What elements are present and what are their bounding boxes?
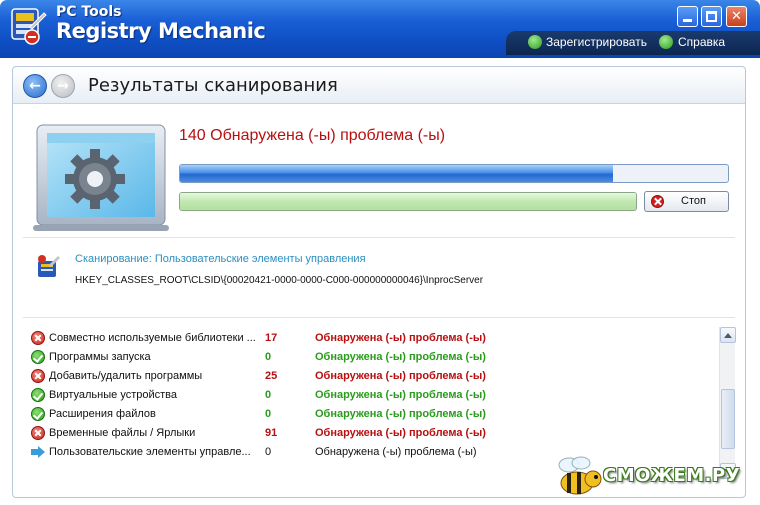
result-count: 0: [265, 446, 272, 458]
register-link[interactable]: Зарегистрировать: [546, 35, 647, 49]
result-name: Виртуальные устройства: [49, 389, 177, 401]
results-list: Совместно используемые библиотеки ... 17 О…: [27, 329, 715, 462]
app-brand: PC Tools: [56, 4, 122, 20]
result-name: Программы запуска: [49, 351, 151, 363]
maximize-button[interactable]: [701, 6, 722, 27]
stop-button-label: Стоп: [681, 195, 706, 207]
secondary-progress-fill: [180, 193, 636, 210]
result-status: Обнаружена (-ы) проблема (-ы): [315, 370, 486, 382]
scroll-up-button[interactable]: [720, 327, 736, 343]
result-name: Расширения файлов: [49, 408, 156, 420]
divider: [23, 317, 735, 318]
close-icon: ✕: [731, 9, 742, 24]
result-row[interactable]: Добавить/удалить программы 25 Обнаружена (…: [27, 367, 715, 386]
page-title: Результаты сканирования: [88, 75, 338, 96]
error-icon: [31, 331, 45, 345]
result-name: Временные файлы / Ярлыки: [49, 427, 196, 439]
minimize-icon: [683, 19, 692, 22]
scan-tools-icon: [38, 255, 60, 277]
content-panel: ← → Результаты сканирования 140 Обнаруже…: [12, 66, 746, 498]
back-button[interactable]: ←: [23, 74, 47, 98]
watermark: СМОЖЕМ.РУ: [553, 455, 753, 499]
result-count: 91: [265, 427, 278, 439]
result-row[interactable]: Совместно используемые библиотеки ... 17 О…: [27, 329, 715, 348]
result-row[interactable]: Виртуальные устройства 0 Обнаружена (-ы) п…: [27, 386, 715, 405]
result-status: Обнаружена (-ы) проблема (-ы): [315, 408, 486, 420]
issue-count-text: 140 Обнаружена (-ы) проблема (-ы): [179, 127, 446, 144]
result-name: Добавить/удалить программы: [49, 370, 203, 382]
bee-icon: [558, 456, 602, 495]
title-bar[interactable]: PC Tools Registry Mechanic ✕ Зарегистрир…: [0, 0, 760, 58]
check-icon: [31, 388, 45, 402]
arrow-right-icon: →: [57, 78, 69, 94]
current-scan-path: HKEY_CLASSES_ROOT\CLSID\{00020421-0000-0…: [75, 275, 484, 286]
check-icon: [31, 350, 45, 364]
help-link[interactable]: Справка: [678, 35, 725, 49]
header-bar: ← → Результаты сканирования: [13, 67, 745, 104]
result-row[interactable]: Расширения файлов 0 Обнаружена (-ы) пробле…: [27, 405, 715, 424]
error-icon: [31, 426, 45, 440]
result-status: Обнаружена (-ы) проблема (-ы): [315, 389, 486, 401]
result-count: 0: [265, 389, 272, 401]
result-name: Совместно используемые библиотеки ...: [49, 332, 256, 344]
stop-icon: [651, 195, 664, 208]
stop-button[interactable]: Стоп: [644, 191, 729, 212]
registry-mechanic-logo-icon: [11, 8, 47, 45]
divider: [23, 237, 735, 238]
secondary-progress-bar: [179, 192, 637, 211]
result-status: Обнаружена (-ы) проблема (-ы): [315, 351, 486, 363]
result-name: Пользовательские элементы управле...: [49, 446, 251, 458]
current-scan-label: Сканирование: Пользовательские элементы …: [75, 253, 366, 265]
error-icon: [31, 369, 45, 383]
app-title: Registry Mechanic: [56, 19, 266, 43]
check-icon: [31, 407, 45, 421]
register-icon: [528, 35, 542, 49]
result-count: 0: [265, 351, 272, 363]
result-row[interactable]: Временные файлы / Ярлыки 91 Обнаружена (-ы…: [27, 424, 715, 443]
help-icon: [659, 35, 673, 49]
result-count: 17: [265, 332, 278, 344]
scan-progress-fill: [180, 165, 613, 182]
result-count: 25: [265, 370, 278, 382]
arrow-right-icon: [31, 445, 45, 459]
monitor-gear-icon: [33, 124, 169, 231]
maximize-icon: [706, 11, 717, 22]
scroll-thumb[interactable]: [721, 389, 735, 449]
result-status: Обнаружена (-ы) проблема (-ы): [315, 427, 486, 439]
forward-button[interactable]: →: [51, 74, 75, 98]
minimize-button[interactable]: [677, 6, 698, 27]
result-status: Обнаружена (-ы) проблема (-ы): [315, 332, 486, 344]
close-button[interactable]: ✕: [726, 6, 747, 27]
result-count: 0: [265, 408, 272, 420]
result-status: Обнаружена (-ы) проблема (-ы): [315, 446, 477, 458]
watermark-text: СМОЖЕМ.РУ: [603, 465, 741, 486]
result-row[interactable]: Программы запуска 0 Обнаружена (-ы) пробле…: [27, 348, 715, 367]
top-menu: Зарегистрировать Справка: [506, 31, 760, 55]
scan-progress-bar: [179, 164, 729, 183]
arrow-left-icon: ←: [29, 78, 41, 94]
